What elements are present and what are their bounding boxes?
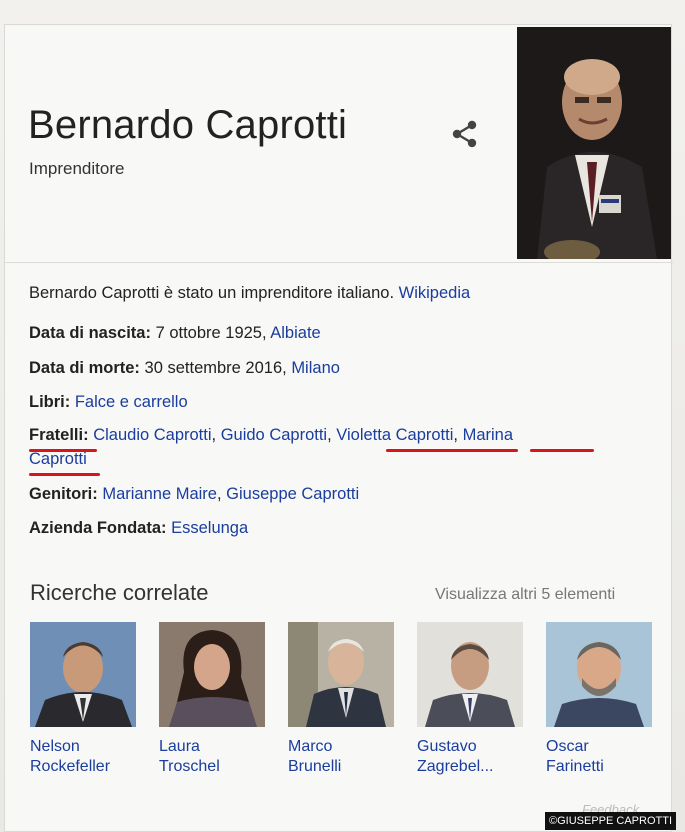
- knowledge-panel: Bernardo Caprotti Imprenditore Bernardo …: [4, 24, 673, 832]
- parent-link[interactable]: Marianne Maire: [102, 485, 217, 503]
- separator: ,: [216, 485, 222, 503]
- person-name-line2[interactable]: Brunelli: [288, 757, 394, 777]
- sibling-link[interactable]: Guido Caprotti: [221, 426, 327, 444]
- fact-death: Data di morte: 30 settembre 2016, Milano: [29, 359, 340, 378]
- fact-company: Azienda Fondata: Esselunga: [29, 519, 248, 538]
- annotation-underline: [29, 449, 97, 452]
- person-name-line2[interactable]: Farinetti: [546, 757, 652, 777]
- related-photo[interactable]: [159, 622, 265, 727]
- view-more-link[interactable]: Visualizza altri 5 elementi: [435, 586, 615, 604]
- sibling-link[interactable]: Claudio Caprotti: [93, 426, 211, 444]
- related-card[interactable]: Marco Brunelli: [288, 622, 394, 777]
- description: Bernardo Caprotti è stato un imprenditor…: [29, 284, 470, 303]
- related-photo[interactable]: [546, 622, 652, 727]
- fact-label: Fratelli:: [29, 426, 89, 444]
- separator: ,: [327, 426, 332, 444]
- company-link[interactable]: Esselunga: [171, 519, 248, 537]
- person-name-line1[interactable]: Gustavo: [417, 737, 523, 757]
- person-name-line2[interactable]: Zagrebel...: [417, 757, 523, 777]
- separator: ,: [453, 426, 458, 444]
- sibling-link-continued[interactable]: Caprotti: [29, 450, 87, 468]
- sibling-link[interactable]: Marina: [463, 426, 513, 444]
- fact-siblings-wrap: Caprotti: [29, 450, 87, 469]
- book-link[interactable]: Falce e carrello: [75, 393, 188, 411]
- deathplace-link[interactable]: Milano: [291, 359, 340, 377]
- fact-parents: Genitori: Marianne Maire, Giuseppe Capro…: [29, 485, 359, 504]
- fact-value: 7 ottobre 1925,: [155, 324, 267, 342]
- share-button[interactable]: [448, 117, 482, 151]
- related-photo[interactable]: [417, 622, 523, 727]
- related-card[interactable]: Oscar Farinetti: [546, 622, 652, 777]
- person-name-line1[interactable]: Laura: [159, 737, 265, 757]
- person-name-line2[interactable]: Rockefeller: [30, 757, 136, 777]
- fact-label: Azienda Fondata:: [29, 519, 167, 537]
- fact-value: 30 settembre 2016,: [144, 359, 287, 377]
- fact-siblings: Fratelli: Claudio Caprotti, Guido Caprot…: [29, 426, 513, 445]
- entity-subtitle: Imprenditore: [29, 159, 125, 178]
- description-text: Bernardo Caprotti è stato un imprenditor…: [29, 284, 395, 302]
- person-name-line1[interactable]: Nelson: [30, 737, 136, 757]
- fact-books: Libri: Falce e carrello: [29, 393, 188, 412]
- entity-photo[interactable]: [517, 27, 671, 259]
- entity-title: Bernardo Caprotti: [28, 103, 348, 147]
- fact-label: Genitori:: [29, 485, 98, 503]
- birthplace-link[interactable]: Albiate: [270, 324, 320, 342]
- parent-link[interactable]: Giuseppe Caprotti: [226, 485, 359, 503]
- annotation-underline: [386, 449, 518, 452]
- related-card[interactable]: Gustavo Zagrebel...: [417, 622, 523, 777]
- related-card[interactable]: Nelson Rockefeller: [30, 622, 136, 777]
- person-name-line2[interactable]: Troschel: [159, 757, 265, 777]
- fact-label: Libri:: [29, 393, 71, 411]
- panel-header: Bernardo Caprotti Imprenditore: [5, 25, 673, 262]
- fact-label: Data di nascita:: [29, 324, 151, 342]
- person-name-line1[interactable]: Oscar: [546, 737, 652, 757]
- annotation-underline: [530, 449, 594, 452]
- related-photo[interactable]: [30, 622, 136, 727]
- copyright-watermark: ©GIUSEPPE CAPROTTI: [545, 812, 677, 830]
- annotation-underline: [29, 473, 100, 476]
- fact-birth: Data di nascita: 7 ottobre 1925, Albiate: [29, 324, 321, 343]
- separator: ,: [211, 426, 217, 444]
- header-divider: [5, 262, 673, 263]
- fact-label: Data di morte:: [29, 359, 140, 377]
- person-name-line1[interactable]: Marco: [288, 737, 394, 757]
- related-searches-title: Ricerche correlate: [30, 580, 209, 605]
- sibling-link[interactable]: Violetta Caprotti: [336, 426, 453, 444]
- share-icon: [452, 120, 477, 148]
- related-photo[interactable]: [288, 622, 394, 727]
- related-card[interactable]: Laura Troschel: [159, 622, 265, 777]
- wikipedia-link[interactable]: Wikipedia: [399, 284, 471, 302]
